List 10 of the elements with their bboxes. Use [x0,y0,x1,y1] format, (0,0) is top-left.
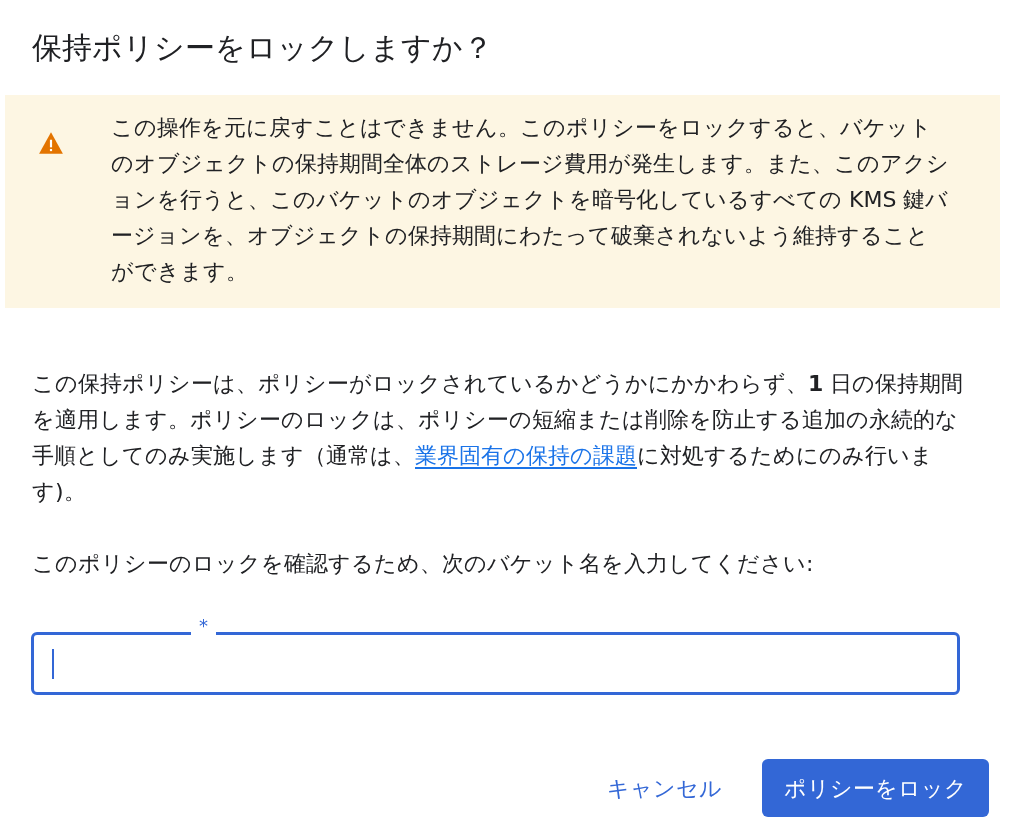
dialog-title: 保持ポリシーをロックしますか？ [31,29,494,67]
retention-description: この保持ポリシーは、ポリシーがロックされているかどうかにかかわらず、1 日の保持期間を適用します。ポリシーのロックは、ポリシーの短縮または削除を防止する追加の永続的な手順としてのみ実施します（通常は、業界固有の保持の課題に対処するためにのみ行います)。 [32,370,965,506]
confirm-prompt: このポリシーのロックを確認するため、次のバケット名を入力してください: [32,550,815,578]
lock-policy-button[interactable]: ポリシーをロック [762,759,989,817]
text-cursor [52,648,54,679]
warning-icon [37,130,65,156]
cancel-button[interactable]: キャンセル [603,759,726,817]
warning-message: この操作を元に戻すことはできません。このポリシーをロックすると、バケットのオブジェクトの保持期間全体のストレージ費用が発生します。また、このアクションを行うと、このバケットのオブジェクトを暗号化しているすべての KMS 鍵バージョンを、オブジェクトの保持期間にわたって破棄されないよう維持することができます。 [111,114,950,286]
field-label: * [191,616,216,636]
help-link[interactable]: 業界固有の保持の課題 [415,443,637,468]
